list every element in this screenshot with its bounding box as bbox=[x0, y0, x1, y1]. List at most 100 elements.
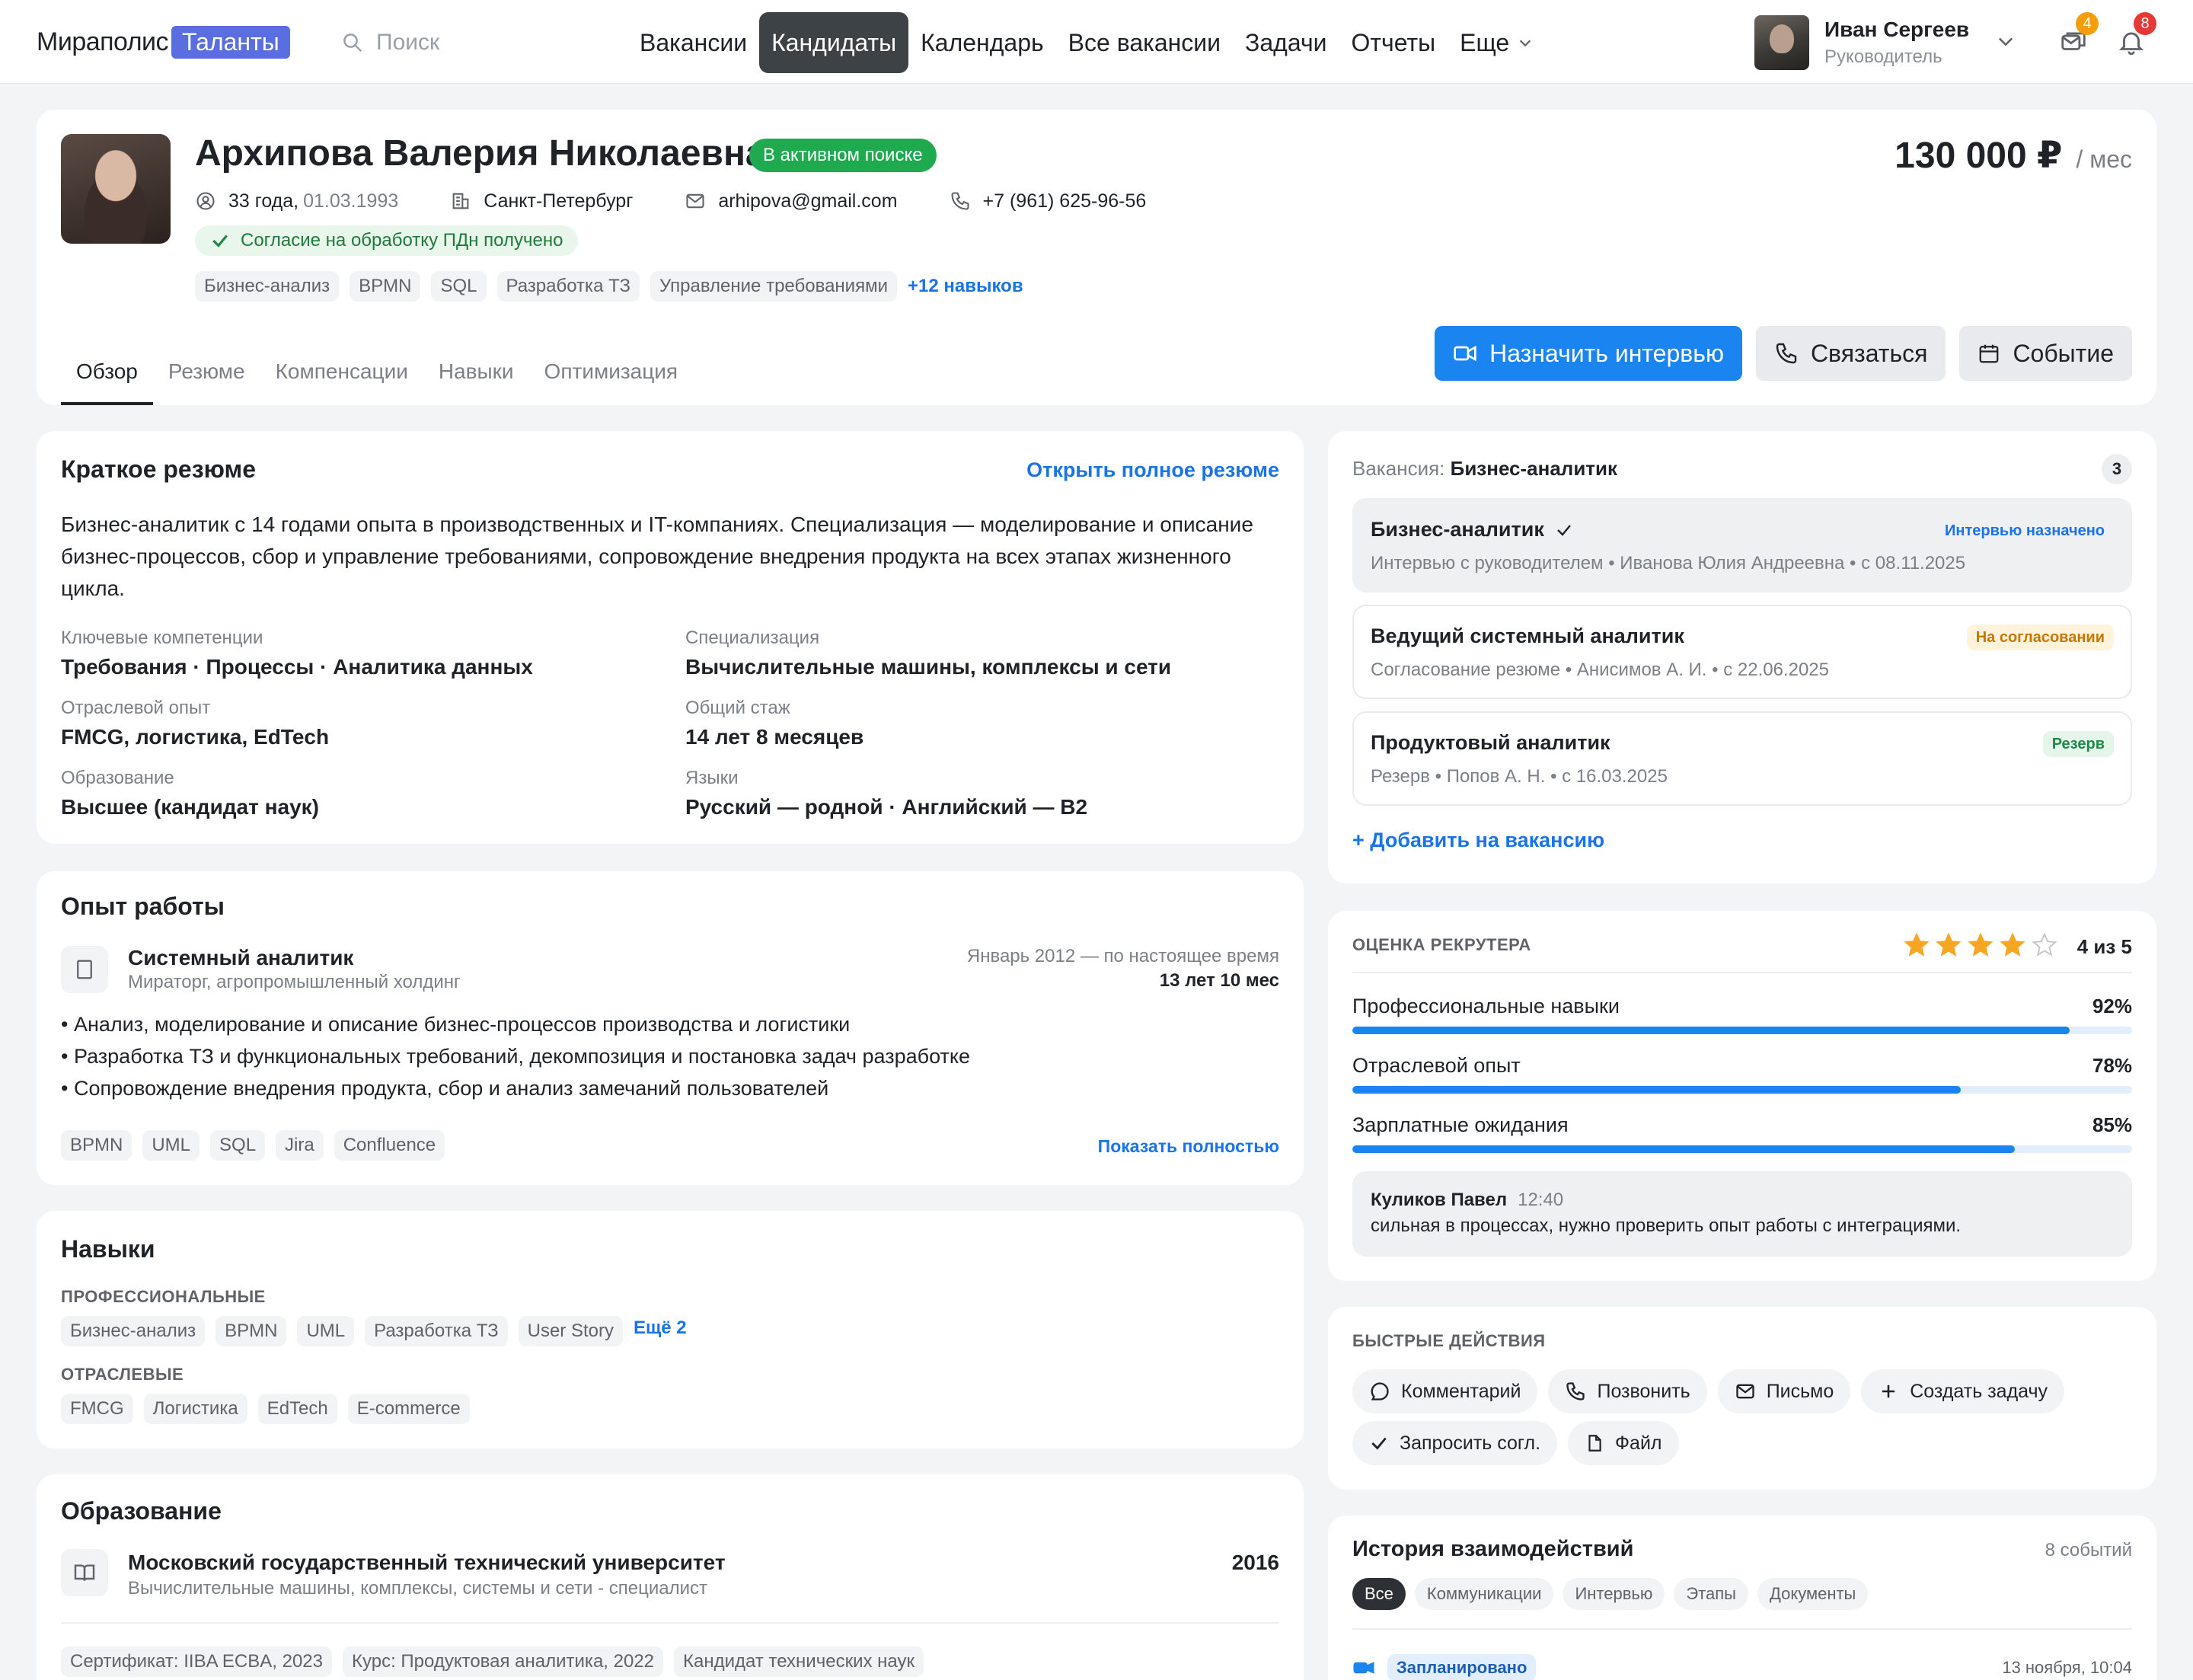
show-more-link[interactable]: Показать полностью bbox=[1098, 1136, 1279, 1157]
building-icon bbox=[61, 946, 108, 993]
more-skills-link[interactable]: Ещё 2 bbox=[634, 1316, 687, 1346]
action-label: Файл bbox=[1615, 1432, 1662, 1454]
star-empty-icon[interactable] bbox=[2032, 932, 2057, 958]
nav-calendar[interactable]: Календарь bbox=[908, 12, 1056, 73]
certificate-chip: Курс: Продуктовая аналитика, 2022 bbox=[343, 1646, 664, 1677]
nav-tasks[interactable]: Задачи bbox=[1233, 12, 1339, 73]
app-logo[interactable]: Мираполис Таланты bbox=[37, 23, 290, 61]
phone-icon bbox=[1565, 1381, 1586, 1402]
history-count: 8 событий bbox=[2045, 1540, 2132, 1560]
schedule-interview-label: Назначить интервью bbox=[1489, 339, 1724, 367]
rating-bar-fill bbox=[1352, 1086, 1961, 1094]
tab-resume[interactable]: Резюме bbox=[153, 346, 260, 405]
vacancy-item[interactable]: Ведущий системный аналитик На согласован… bbox=[1352, 605, 2132, 699]
schedule-interview-button[interactable]: Назначить интервью bbox=[1435, 326, 1742, 381]
vacancy-details: Согласование резюме • Анисимов А. И. • с… bbox=[1371, 660, 1829, 680]
rating-bar-percent: 78% bbox=[2092, 1054, 2132, 1077]
skill-chip: EdTech bbox=[257, 1394, 337, 1424]
star-filled-icon[interactable] bbox=[1904, 932, 1930, 958]
skill-chip: E-commerce bbox=[347, 1394, 470, 1424]
user-menu[interactable]: Иван Сергеев Руководитель bbox=[1754, 15, 1969, 70]
history-item[interactable]: Запланировано 13 ноября, 10:04 bbox=[1352, 1653, 2132, 1680]
comment-action-button[interactable]: Комментарий bbox=[1352, 1369, 1538, 1413]
divider bbox=[1352, 1628, 2132, 1630]
action-label: Создать задачу bbox=[1910, 1380, 2048, 1402]
history-date: 13 ноября, 10:04 bbox=[2002, 1658, 2132, 1677]
certificate-chip: Кандидат технических наук bbox=[674, 1646, 924, 1677]
current-vacancy: Бизнес-аналитик bbox=[1450, 457, 1618, 480]
check-icon bbox=[1555, 521, 1573, 539]
messages-button[interactable]: 4 bbox=[2059, 12, 2099, 58]
field-value: Высшее (кандидат наук) bbox=[61, 795, 320, 819]
notifications-button[interactable]: 8 bbox=[2117, 12, 2156, 58]
job-period: Январь 2012 — по настоящее время bbox=[966, 946, 1279, 966]
user-chevron-down-icon[interactable] bbox=[1995, 30, 2016, 52]
experience-title: Опыт работы bbox=[61, 893, 225, 920]
field-value: Русский — родной · Английский — B2 bbox=[685, 795, 1088, 819]
request-consent-action-button[interactable]: Запросить согл. bbox=[1352, 1421, 1558, 1465]
more-skills-link[interactable]: +12 навыков bbox=[908, 276, 1023, 297]
rating-stars[interactable] bbox=[1904, 932, 2057, 958]
rating-value: 4 из 5 bbox=[2076, 935, 2132, 958]
comment-icon bbox=[1369, 1381, 1390, 1402]
field-label: Образование bbox=[61, 768, 174, 788]
search-field[interactable]: Поиск bbox=[341, 26, 439, 59]
event-button[interactable]: Событие bbox=[1959, 326, 2132, 381]
profile-tabs: Обзор Резюме Компенсации Навыки Оптимиза… bbox=[61, 346, 693, 405]
professional-skills: Бизнес-анализ BPMN UML Разработка ТЗ Use… bbox=[61, 1316, 687, 1346]
top-bar: Мираполис Таланты Поиск Вакансии Кандида… bbox=[0, 0, 2193, 84]
tab-overview[interactable]: Обзор bbox=[61, 346, 153, 405]
book-icon bbox=[61, 1549, 108, 1596]
field-label: Общий стаж bbox=[685, 698, 790, 718]
filter-communications[interactable]: Коммуникации bbox=[1414, 1578, 1554, 1610]
create-task-action-button[interactable]: Создать задачу bbox=[1861, 1369, 2065, 1413]
rating-bar-percent: 85% bbox=[2092, 1113, 2132, 1136]
summary-title: Краткое резюме bbox=[61, 455, 256, 483]
tab-compensation[interactable]: Компенсации bbox=[260, 346, 423, 405]
star-filled-icon[interactable] bbox=[2000, 932, 2025, 958]
salary-period: / мес bbox=[2076, 145, 2132, 173]
messages-badge: 4 bbox=[2076, 12, 2099, 35]
candidate-age: 33 года, bbox=[228, 190, 299, 212]
email-action-button[interactable]: Письмо bbox=[1717, 1369, 1851, 1413]
candidate-phone[interactable]: +7 (961) 625-96-56 bbox=[983, 190, 1147, 212]
certificate-chip: Сертификат: IIBA ECBA, 2023 bbox=[61, 1646, 333, 1677]
tab-optimization[interactable]: Оптимизация bbox=[529, 346, 694, 405]
filter-documents[interactable]: Документы bbox=[1757, 1578, 1869, 1610]
add-to-vacancy-link[interactable]: + Добавить на вакансию bbox=[1352, 829, 1604, 852]
filter-interviews[interactable]: Интервью bbox=[1563, 1578, 1665, 1610]
vacancy-item[interactable]: Бизнес-аналитик Интервью назначено Интер… bbox=[1352, 498, 2132, 592]
mail-icon bbox=[685, 190, 706, 212]
event-label: Событие bbox=[2013, 339, 2114, 367]
contact-button[interactable]: Связаться bbox=[1755, 326, 1946, 381]
certificates: Сертификат: IIBA ECBA, 2023 Курс: Продук… bbox=[61, 1646, 924, 1677]
candidate-email[interactable]: arhipova@gmail.com bbox=[718, 190, 897, 212]
skill-chip: Логистика bbox=[143, 1394, 247, 1424]
star-filled-icon[interactable] bbox=[1936, 932, 1962, 958]
action-label: Позвонить bbox=[1597, 1380, 1690, 1402]
vacancy-status-badge: Интервью назначено bbox=[1945, 522, 2105, 539]
nav-reports[interactable]: Отчеты bbox=[1339, 12, 1448, 73]
filter-stages[interactable]: Этапы bbox=[1674, 1578, 1748, 1610]
comment-author-name: Куликов Павел bbox=[1371, 1190, 1508, 1210]
skill-chip: Бизнес-анализ bbox=[195, 271, 340, 302]
filter-all[interactable]: Все bbox=[1352, 1578, 1406, 1610]
vacancies-card: Вакансия: Бизнес-аналитик 3 Бизнес-анали… bbox=[1328, 431, 2156, 883]
star-filled-icon[interactable] bbox=[1968, 932, 1993, 958]
graduation-year: 2016 bbox=[1231, 1551, 1279, 1574]
vacancy-status-badge: Резерв bbox=[2042, 731, 2114, 757]
skills-title: Навыки bbox=[61, 1235, 155, 1263]
nav-candidates[interactable]: Кандидаты bbox=[759, 12, 909, 73]
open-full-resume-link[interactable]: Открыть полное резюме bbox=[1026, 458, 1279, 482]
nav-more[interactable]: Еще bbox=[1448, 12, 1546, 73]
call-action-button[interactable]: Позвонить bbox=[1548, 1369, 1707, 1413]
vacancy-item[interactable]: Продуктовый аналитик Резерв Резерв • Поп… bbox=[1352, 711, 2132, 806]
tag-chip: UML bbox=[142, 1130, 200, 1161]
file-action-button[interactable]: Файл bbox=[1568, 1421, 1679, 1465]
divider bbox=[61, 1622, 1279, 1624]
vacancy-title-text: Бизнес-аналитик bbox=[1371, 518, 1544, 541]
nav-all-vacancies[interactable]: Все вакансии bbox=[1056, 12, 1233, 73]
nav-vacancies[interactable]: Вакансии bbox=[627, 12, 759, 73]
skill-chip: User Story bbox=[518, 1316, 623, 1346]
tab-skills[interactable]: Навыки bbox=[423, 346, 529, 405]
